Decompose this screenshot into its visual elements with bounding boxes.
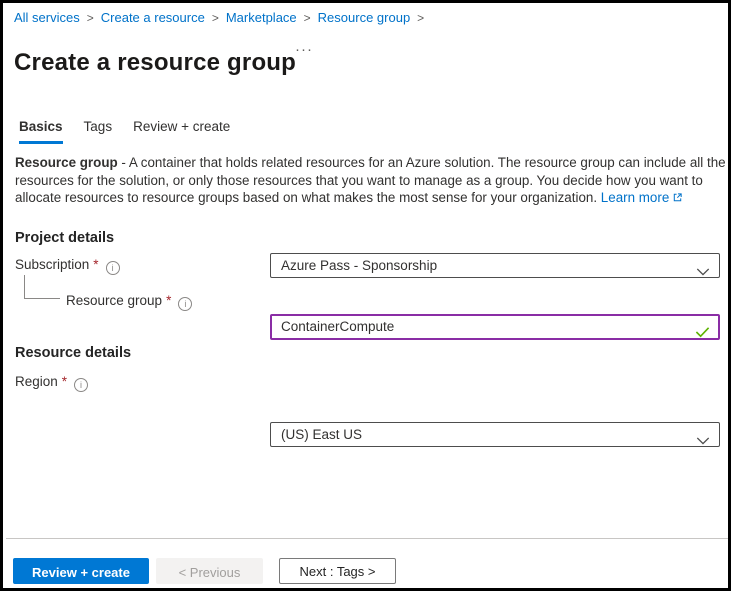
chevron-down-icon xyxy=(696,261,710,284)
external-link-icon xyxy=(672,190,683,208)
subscription-value: Azure Pass - Sponsorship xyxy=(281,258,438,273)
create-resource-group-page: All services > Create a resource > Marketpla… xyxy=(0,0,731,591)
description-text: allocate resources to resource groups ba… xyxy=(15,190,598,205)
info-icon[interactable]: i xyxy=(74,378,89,392)
tab-bar: Basics Tags Review + create xyxy=(19,119,251,144)
ellipsis-menu-icon[interactable]: ··· xyxy=(295,41,313,58)
review-create-button[interactable]: Review + create xyxy=(13,558,149,584)
checkmark-icon xyxy=(695,323,710,345)
required-asterisk: * xyxy=(61,374,68,389)
learn-more-link[interactable]: Learn more xyxy=(601,190,669,205)
breadcrumb-marketplace[interactable]: Marketplace xyxy=(226,10,297,25)
description-line-2: resources for the solution, or only thos… xyxy=(15,172,703,188)
next-tags-button[interactable]: Next : Tags > xyxy=(279,558,396,584)
region-label: Region * i xyxy=(15,374,89,392)
info-icon[interactable]: i xyxy=(178,297,193,311)
subscription-select[interactable]: Azure Pass - Sponsorship xyxy=(270,253,720,278)
breadcrumb-all-services[interactable]: All services xyxy=(14,10,80,25)
previous-button[interactable]: < Previous xyxy=(156,558,263,584)
breadcrumb-separator-icon: > xyxy=(303,11,311,25)
region-label-text: Region xyxy=(15,374,58,389)
breadcrumb: All services > Create a resource > Marketpla… xyxy=(14,10,431,25)
tab-basics[interactable]: Basics xyxy=(19,119,63,144)
subscription-label: Subscription * i xyxy=(15,257,120,275)
tab-tags[interactable]: Tags xyxy=(84,119,113,144)
info-icon[interactable]: i xyxy=(105,261,120,275)
page-title: Create a resource group xyxy=(14,49,297,77)
chevron-down-icon xyxy=(696,430,710,453)
resource-group-description: Resource group - A container that holds … xyxy=(15,154,726,208)
subscription-label-text: Subscription xyxy=(15,257,90,272)
breadcrumb-separator-icon: > xyxy=(417,11,425,25)
required-asterisk: * xyxy=(166,293,172,308)
breadcrumb-resource-group[interactable]: Resource group xyxy=(318,10,411,25)
tab-review-create[interactable]: Review + create xyxy=(133,119,230,144)
description-line-1: Resource group - A container that holds … xyxy=(15,154,726,172)
description-text: - A container that holds related resourc… xyxy=(117,155,726,170)
breadcrumb-separator-icon: > xyxy=(86,11,94,25)
field-connector-horizontal xyxy=(24,298,60,299)
footer-separator xyxy=(6,538,728,539)
resource-group-label: Resource group * i xyxy=(66,293,193,311)
region-select[interactable]: (US) East US xyxy=(270,422,720,447)
breadcrumb-separator-icon: > xyxy=(211,11,219,25)
resource-group-label-text: Resource group xyxy=(66,293,163,308)
project-details-heading: Project details xyxy=(15,230,115,246)
field-connector-vertical xyxy=(24,275,25,299)
resource-details-heading: Resource details xyxy=(15,345,132,361)
description-line-3: allocate resources to resource groups ba… xyxy=(15,189,726,208)
description-term: Resource group xyxy=(15,155,118,170)
region-value: (US) East US xyxy=(281,427,363,442)
required-asterisk: * xyxy=(93,257,99,272)
resource-group-input[interactable]: ContainerCompute xyxy=(270,314,720,340)
resource-group-value: ContainerCompute xyxy=(281,319,395,334)
breadcrumb-create-a-resource[interactable]: Create a resource xyxy=(101,10,205,25)
